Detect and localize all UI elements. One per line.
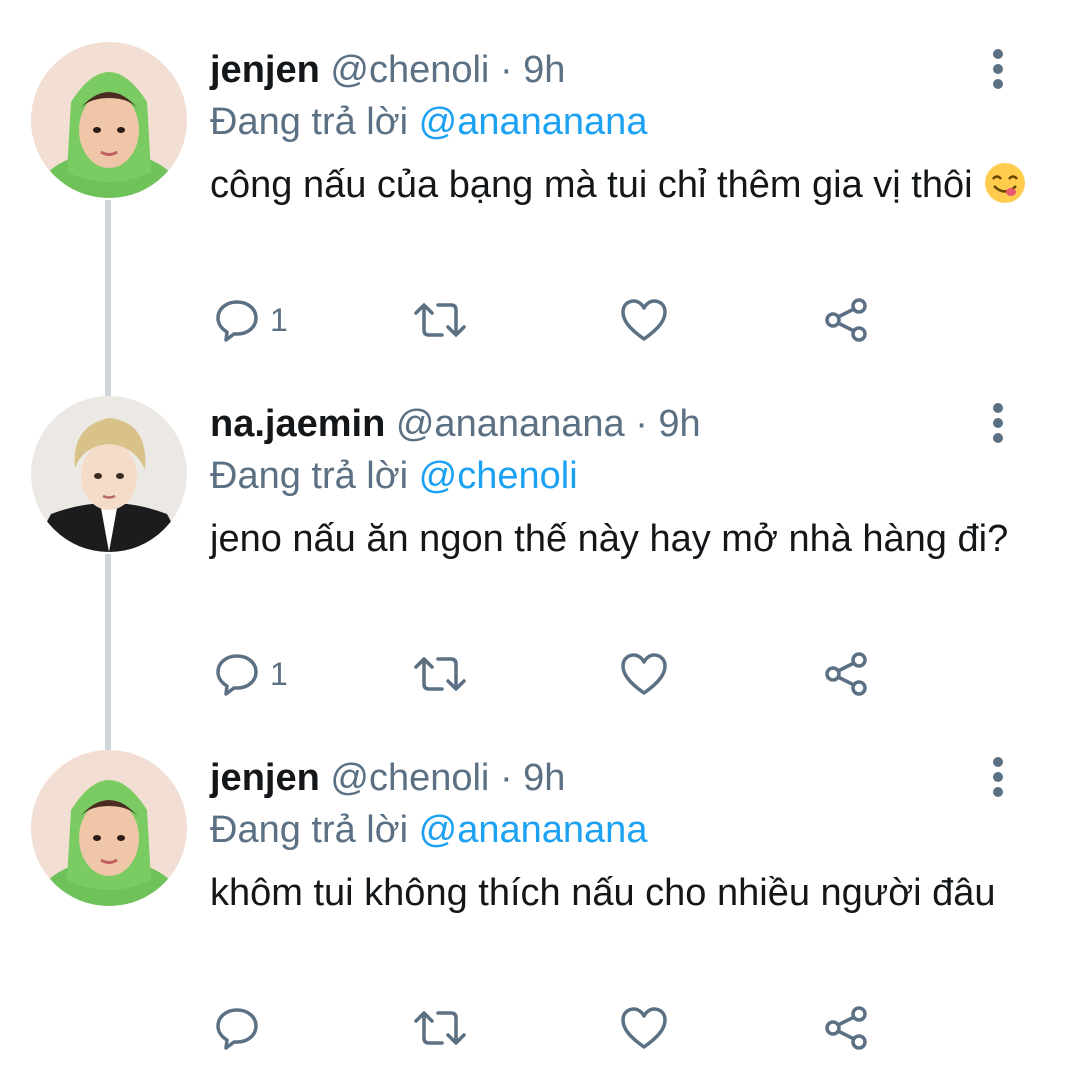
separator-dot: · [635, 403, 648, 445]
tweet-header: jenjen @chenoli · 9h [210, 44, 565, 96]
separator-dot: · [499, 757, 513, 799]
reply-button[interactable] [214, 1000, 270, 1056]
more-options-icon[interactable] [980, 754, 1016, 800]
tweet-text-content: jeno nấu ăn ngon thế này hay mở nhà hàng… [210, 518, 1009, 560]
replying-to: Đang trả lời @chenoli [210, 450, 578, 502]
reply-button[interactable]: 1 [214, 292, 288, 348]
reply-button[interactable]: 1 [214, 646, 288, 702]
tweet-text: công nấu của bạng mà tui chỉ thêm gia vị… [210, 160, 1030, 210]
replying-to: Đang trả lời @anananana [210, 96, 647, 148]
reply-icon [216, 300, 258, 342]
avatar[interactable] [31, 42, 187, 198]
retweet-icon [414, 303, 466, 337]
avatar[interactable] [31, 396, 187, 552]
tweet-text: jeno nấu ăn ngon thế này hay mở nhà hàng… [210, 514, 1030, 564]
share-button[interactable] [822, 1000, 870, 1056]
timestamp[interactable]: 9h [658, 403, 700, 445]
replying-to-label: Đang trả lời [210, 809, 409, 851]
more-options-icon[interactable] [980, 400, 1016, 446]
tweet-actions [210, 1000, 910, 1060]
mention-link[interactable]: @anananana [419, 101, 648, 143]
yum-face-emoji-icon [985, 163, 1026, 203]
like-button[interactable] [620, 292, 678, 348]
display-name[interactable]: jenjen [210, 757, 320, 799]
mention-link[interactable]: @chenoli [419, 455, 578, 497]
like-icon [621, 653, 667, 695]
tweet-text-content: công nấu của bạng mà tui chỉ thêm gia vị… [210, 164, 973, 206]
display-name[interactable]: jenjen [210, 49, 320, 91]
tweet-header: na.jaemin @anananana · 9h [210, 398, 701, 450]
retweet-icon [414, 1011, 466, 1045]
mention-link[interactable]: @anananana [419, 809, 648, 851]
timestamp[interactable]: 9h [523, 757, 565, 799]
user-handle[interactable]: @chenoli [330, 757, 489, 799]
more-options-icon[interactable] [980, 46, 1016, 92]
separator-dot: · [499, 49, 513, 91]
tweet[interactable]: jenjen @chenoli · 9h Đang trả lời @anana… [0, 708, 1080, 1063]
like-button[interactable] [620, 646, 678, 702]
reply-icon [216, 1008, 258, 1050]
replying-to: Đang trả lời @anananana [210, 804, 647, 856]
like-icon [621, 299, 667, 341]
reply-thread: jenjen @chenoli · 9h Đang trả lời @anana… [0, 0, 1080, 1074]
reply-count: 1 [270, 655, 288, 692]
tweet-text-content: khôm tui không thích nấu cho nhiều người… [210, 872, 996, 914]
retweet-icon [414, 657, 466, 691]
replying-to-label: Đang trả lời [210, 101, 409, 143]
tweet-actions: 1 [210, 292, 910, 352]
replying-to-label: Đang trả lời [210, 455, 409, 497]
tweet-actions: 1 [210, 646, 910, 706]
share-icon [825, 1006, 867, 1050]
tweet[interactable]: na.jaemin @anananana · 9h Đang trả lời @… [0, 354, 1080, 709]
user-handle[interactable]: @chenoli [330, 49, 489, 91]
timestamp[interactable]: 9h [523, 49, 565, 91]
display-name[interactable]: na.jaemin [210, 403, 385, 445]
like-button[interactable] [620, 1000, 678, 1056]
share-icon [825, 652, 867, 696]
retweet-button[interactable] [412, 292, 478, 348]
tweet[interactable]: jenjen @chenoli · 9h Đang trả lời @anana… [0, 0, 1080, 355]
avatar[interactable] [31, 750, 187, 906]
share-icon [825, 298, 867, 342]
reply-count: 1 [270, 301, 288, 338]
tweet-header: jenjen @chenoli · 9h [210, 752, 565, 804]
tweet-text: khôm tui không thích nấu cho nhiều người… [210, 868, 1030, 918]
like-icon [621, 1007, 667, 1049]
share-button[interactable] [822, 292, 870, 348]
reply-icon [216, 654, 258, 696]
retweet-button[interactable] [412, 1000, 478, 1056]
user-handle[interactable]: @anananana [396, 403, 625, 445]
retweet-button[interactable] [412, 646, 478, 702]
share-button[interactable] [822, 646, 870, 702]
